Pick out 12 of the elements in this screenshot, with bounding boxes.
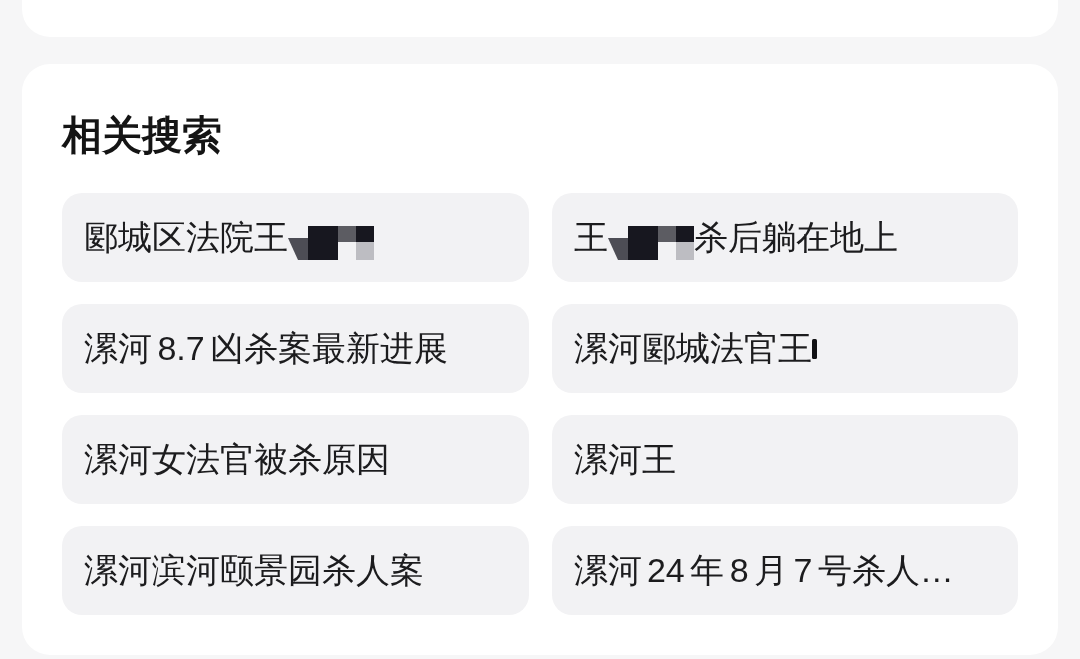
related-search-item[interactable]: 漯河王 (551, 415, 1018, 504)
pixelated-redaction-icon (288, 223, 374, 260)
related-search-item[interactable]: 郾城区法院王 (62, 193, 529, 282)
section-title: 相关搜索 (62, 112, 222, 159)
pixelated-redaction-icon (607, 223, 694, 260)
related-search-item[interactable]: 漯河滨河颐景园杀人案 (62, 526, 529, 615)
related-search-item[interactable]: 漯河 24 年 8 月 7 号杀人… (551, 526, 1018, 615)
related-search-item[interactable]: 漯河 8.7 凶杀案最新进展 (62, 304, 529, 393)
related-search-item[interactable]: 王 杀后躺在地上 (551, 193, 1018, 282)
redaction-bar-icon (811, 338, 817, 359)
related-search-item[interactable]: 漯河女法官被杀原因 (62, 415, 529, 504)
related-search-item[interactable]: 漯河郾城法官王 (551, 304, 1018, 393)
